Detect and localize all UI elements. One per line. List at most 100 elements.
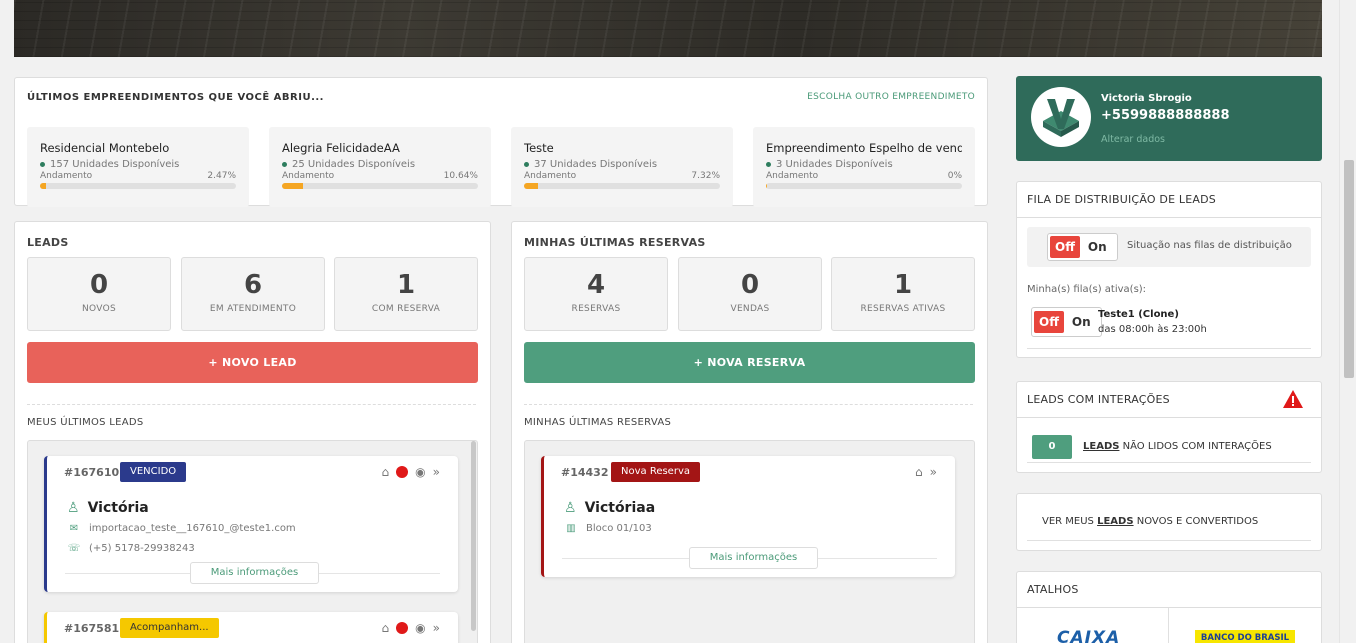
progress-bar bbox=[40, 183, 236, 189]
double-chevron-right-icon[interactable]: » bbox=[433, 622, 440, 634]
user-profile-card: Victoria Sbrogio +5599888888888 Alterar … bbox=[1016, 76, 1322, 161]
divider bbox=[1027, 462, 1311, 463]
interactions-row[interactable]: 0 LEADS NÃO LIDOS COM INTERAÇÕES bbox=[1017, 418, 1321, 468]
active-queue-toggle[interactable]: Off On bbox=[1031, 307, 1102, 337]
development-card[interactable]: Empreendimento Espelho de vendas 3 Unida… bbox=[753, 127, 975, 207]
eye-icon[interactable]: ◉ bbox=[415, 622, 425, 634]
banco-do-brasil-logo[interactable]: BANCO DO BRASIL bbox=[1195, 630, 1295, 643]
reservation-card[interactable]: #14432 Nova Reserva ⌂ » ♙ Victóriaa ▥ Bloc… bbox=[541, 456, 955, 577]
header-banner bbox=[14, 0, 1322, 57]
progress-percent: 10.64% bbox=[443, 171, 478, 181]
stat-reserved-leads[interactable]: 1 COM RESERVA bbox=[334, 257, 478, 331]
home-icon[interactable]: ⌂ bbox=[382, 622, 390, 634]
client-name-row: ♙ Victóriaa bbox=[564, 500, 655, 516]
see-leads-panel: VER MEUS LEADS NOVOS E CONVERTIDOS bbox=[1016, 493, 1322, 551]
shortcuts-title: ATALHOS bbox=[1017, 572, 1321, 608]
stat-label: RESERVAS ATIVAS bbox=[860, 304, 946, 314]
queue-status-text: Situação nas filas de distribuição bbox=[1127, 240, 1292, 251]
lead-id: #167610 bbox=[64, 466, 120, 479]
development-name: Teste bbox=[524, 141, 554, 155]
stat-active-reservations[interactable]: 1 RESERVAS ATIVAS bbox=[831, 257, 975, 331]
queue-status-row: Off On Situação nas filas de distribuiçã… bbox=[1027, 227, 1311, 267]
stat-value: 4 bbox=[586, 270, 606, 300]
more-info-button[interactable]: Mais informações bbox=[689, 547, 818, 569]
stat-label: RESERVAS bbox=[571, 304, 621, 314]
phone-icon: ☏ bbox=[67, 543, 81, 554]
scrollbar-thumb[interactable] bbox=[1344, 160, 1354, 378]
choose-other-development-link[interactable]: ESCOLHA OUTRO EMPREENDIMETO bbox=[807, 92, 975, 102]
status-badge: VENCIDO bbox=[120, 462, 187, 482]
status-dot-icon bbox=[524, 161, 529, 167]
new-lead-button[interactable]: + NOVO LEAD bbox=[27, 342, 478, 383]
toggle-off[interactable]: Off bbox=[1050, 236, 1080, 258]
queue-title: FILA DE DISTRIBUIÇÃO DE LEADS bbox=[1017, 182, 1321, 218]
progress-bar-fill bbox=[766, 183, 768, 189]
shortcuts-panel: ATALHOS CAIXA BANCO DO BRASIL bbox=[1016, 571, 1322, 643]
toggle-off[interactable]: Off bbox=[1034, 311, 1064, 333]
development-units: 25 Unidades Disponíveis bbox=[282, 159, 478, 170]
unit-row: ▥ Bloco 01/103 bbox=[564, 523, 651, 534]
status-badge: Nova Reserva bbox=[611, 462, 700, 482]
progress-bar bbox=[766, 183, 962, 189]
caixa-logo[interactable]: CAIXA bbox=[1057, 628, 1120, 643]
stat-label: COM RESERVA bbox=[371, 304, 441, 314]
interactions-title: LEADS COM INTERAÇÕES bbox=[1017, 382, 1321, 418]
development-card[interactable]: Teste 37 Unidades Disponíveis Andamento 7… bbox=[511, 127, 733, 207]
development-name: Alegria FelicidadeAA bbox=[282, 141, 400, 155]
recent-developments-title: ÚLTIMOS EMPREENDIMENTOS QUE VOCÊ ABRIU..… bbox=[27, 92, 324, 103]
development-card[interactable]: Residencial Montebelo 157 Unidades Dispo… bbox=[27, 127, 249, 207]
status-dot-icon bbox=[40, 161, 45, 167]
warning-icon bbox=[1283, 390, 1303, 408]
active-queue-hours: das 08:00h às 23:00h bbox=[1098, 324, 1207, 335]
development-card[interactable]: Alegria FelicidadeAA 25 Unidades Disponí… bbox=[269, 127, 491, 207]
user-icon: ♙ bbox=[67, 500, 80, 516]
lead-card[interactable]: #167610 VENCIDO ⌂ ◉ » ♙ Victória ✉ importa… bbox=[44, 456, 458, 592]
stat-label: EM ATENDIMENTO bbox=[209, 304, 297, 314]
unread-dot-icon bbox=[396, 466, 409, 478]
divider bbox=[1027, 348, 1311, 349]
toggle-on[interactable]: On bbox=[1064, 315, 1099, 329]
stat-value: 1 bbox=[396, 270, 416, 300]
lead-phone-row: ☏ (+5) 5178-29938243 bbox=[67, 543, 195, 554]
home-icon[interactable]: ⌂ bbox=[915, 466, 923, 478]
progress-bar-fill bbox=[40, 183, 46, 189]
user-phone: +5599888888888 bbox=[1101, 108, 1230, 123]
stat-reservations[interactable]: 4 RESERVAS bbox=[524, 257, 668, 331]
divider bbox=[1027, 540, 1311, 541]
leads-link[interactable]: LEADS bbox=[1097, 516, 1133, 527]
new-reservation-button[interactable]: + NOVA RESERVA bbox=[524, 342, 975, 383]
more-info-button[interactable]: Mais informações bbox=[190, 562, 319, 584]
stat-label: VENDAS bbox=[730, 304, 770, 314]
leads-panel: LEADS 0 NOVOS 6 EM ATENDIMENTO 1 COM RES… bbox=[14, 221, 491, 643]
eye-icon[interactable]: ◉ bbox=[415, 466, 425, 478]
queue-toggle[interactable]: Off On bbox=[1047, 233, 1118, 261]
list-scrollbar[interactable] bbox=[471, 441, 476, 631]
stat-in-progress-leads[interactable]: 6 EM ATENDIMENTO bbox=[181, 257, 325, 331]
user-name: Victoria Sbrogio bbox=[1101, 93, 1192, 104]
building-icon: ▥ bbox=[566, 523, 576, 534]
double-chevron-right-icon[interactable]: » bbox=[930, 466, 937, 478]
stat-value: 0 bbox=[89, 270, 109, 300]
home-icon[interactable]: ⌂ bbox=[382, 466, 390, 478]
recent-developments-panel: ÚLTIMOS EMPREENDIMENTOS QUE VOCÊ ABRIU..… bbox=[14, 77, 988, 207]
email-icon: ✉ bbox=[69, 523, 79, 534]
unread-count-badge: 0 bbox=[1032, 435, 1072, 459]
development-units: 157 Unidades Disponíveis bbox=[40, 159, 236, 170]
double-chevron-right-icon[interactable]: » bbox=[433, 466, 440, 478]
leads-title: LEADS bbox=[27, 236, 69, 249]
lead-card[interactable]: #167581 Acompanham... ⌂ ◉ » bbox=[44, 612, 458, 643]
my-last-leads-title: MEUS ÚLTIMOS LEADS bbox=[27, 417, 144, 428]
divider bbox=[1168, 608, 1169, 643]
edit-profile-link[interactable]: Alterar dados bbox=[1101, 134, 1165, 145]
see-leads-text[interactable]: VER MEUS LEADS NOVOS E CONVERTIDOS bbox=[1042, 516, 1258, 527]
leads-link[interactable]: LEADS bbox=[1083, 441, 1119, 452]
page-scrollbar[interactable] bbox=[1339, 0, 1356, 643]
reservation-id: #14432 bbox=[561, 466, 609, 479]
stat-sales[interactable]: 0 VENDAS bbox=[678, 257, 822, 331]
progress-percent: 0% bbox=[947, 171, 962, 181]
toggle-on[interactable]: On bbox=[1080, 240, 1115, 254]
active-queue-name: Teste1 (Clone) bbox=[1098, 309, 1179, 320]
interactions-text: LEADS NÃO LIDOS COM INTERAÇÕES bbox=[1083, 441, 1272, 452]
divider bbox=[27, 404, 476, 405]
stat-new-leads[interactable]: 0 NOVOS bbox=[27, 257, 171, 331]
